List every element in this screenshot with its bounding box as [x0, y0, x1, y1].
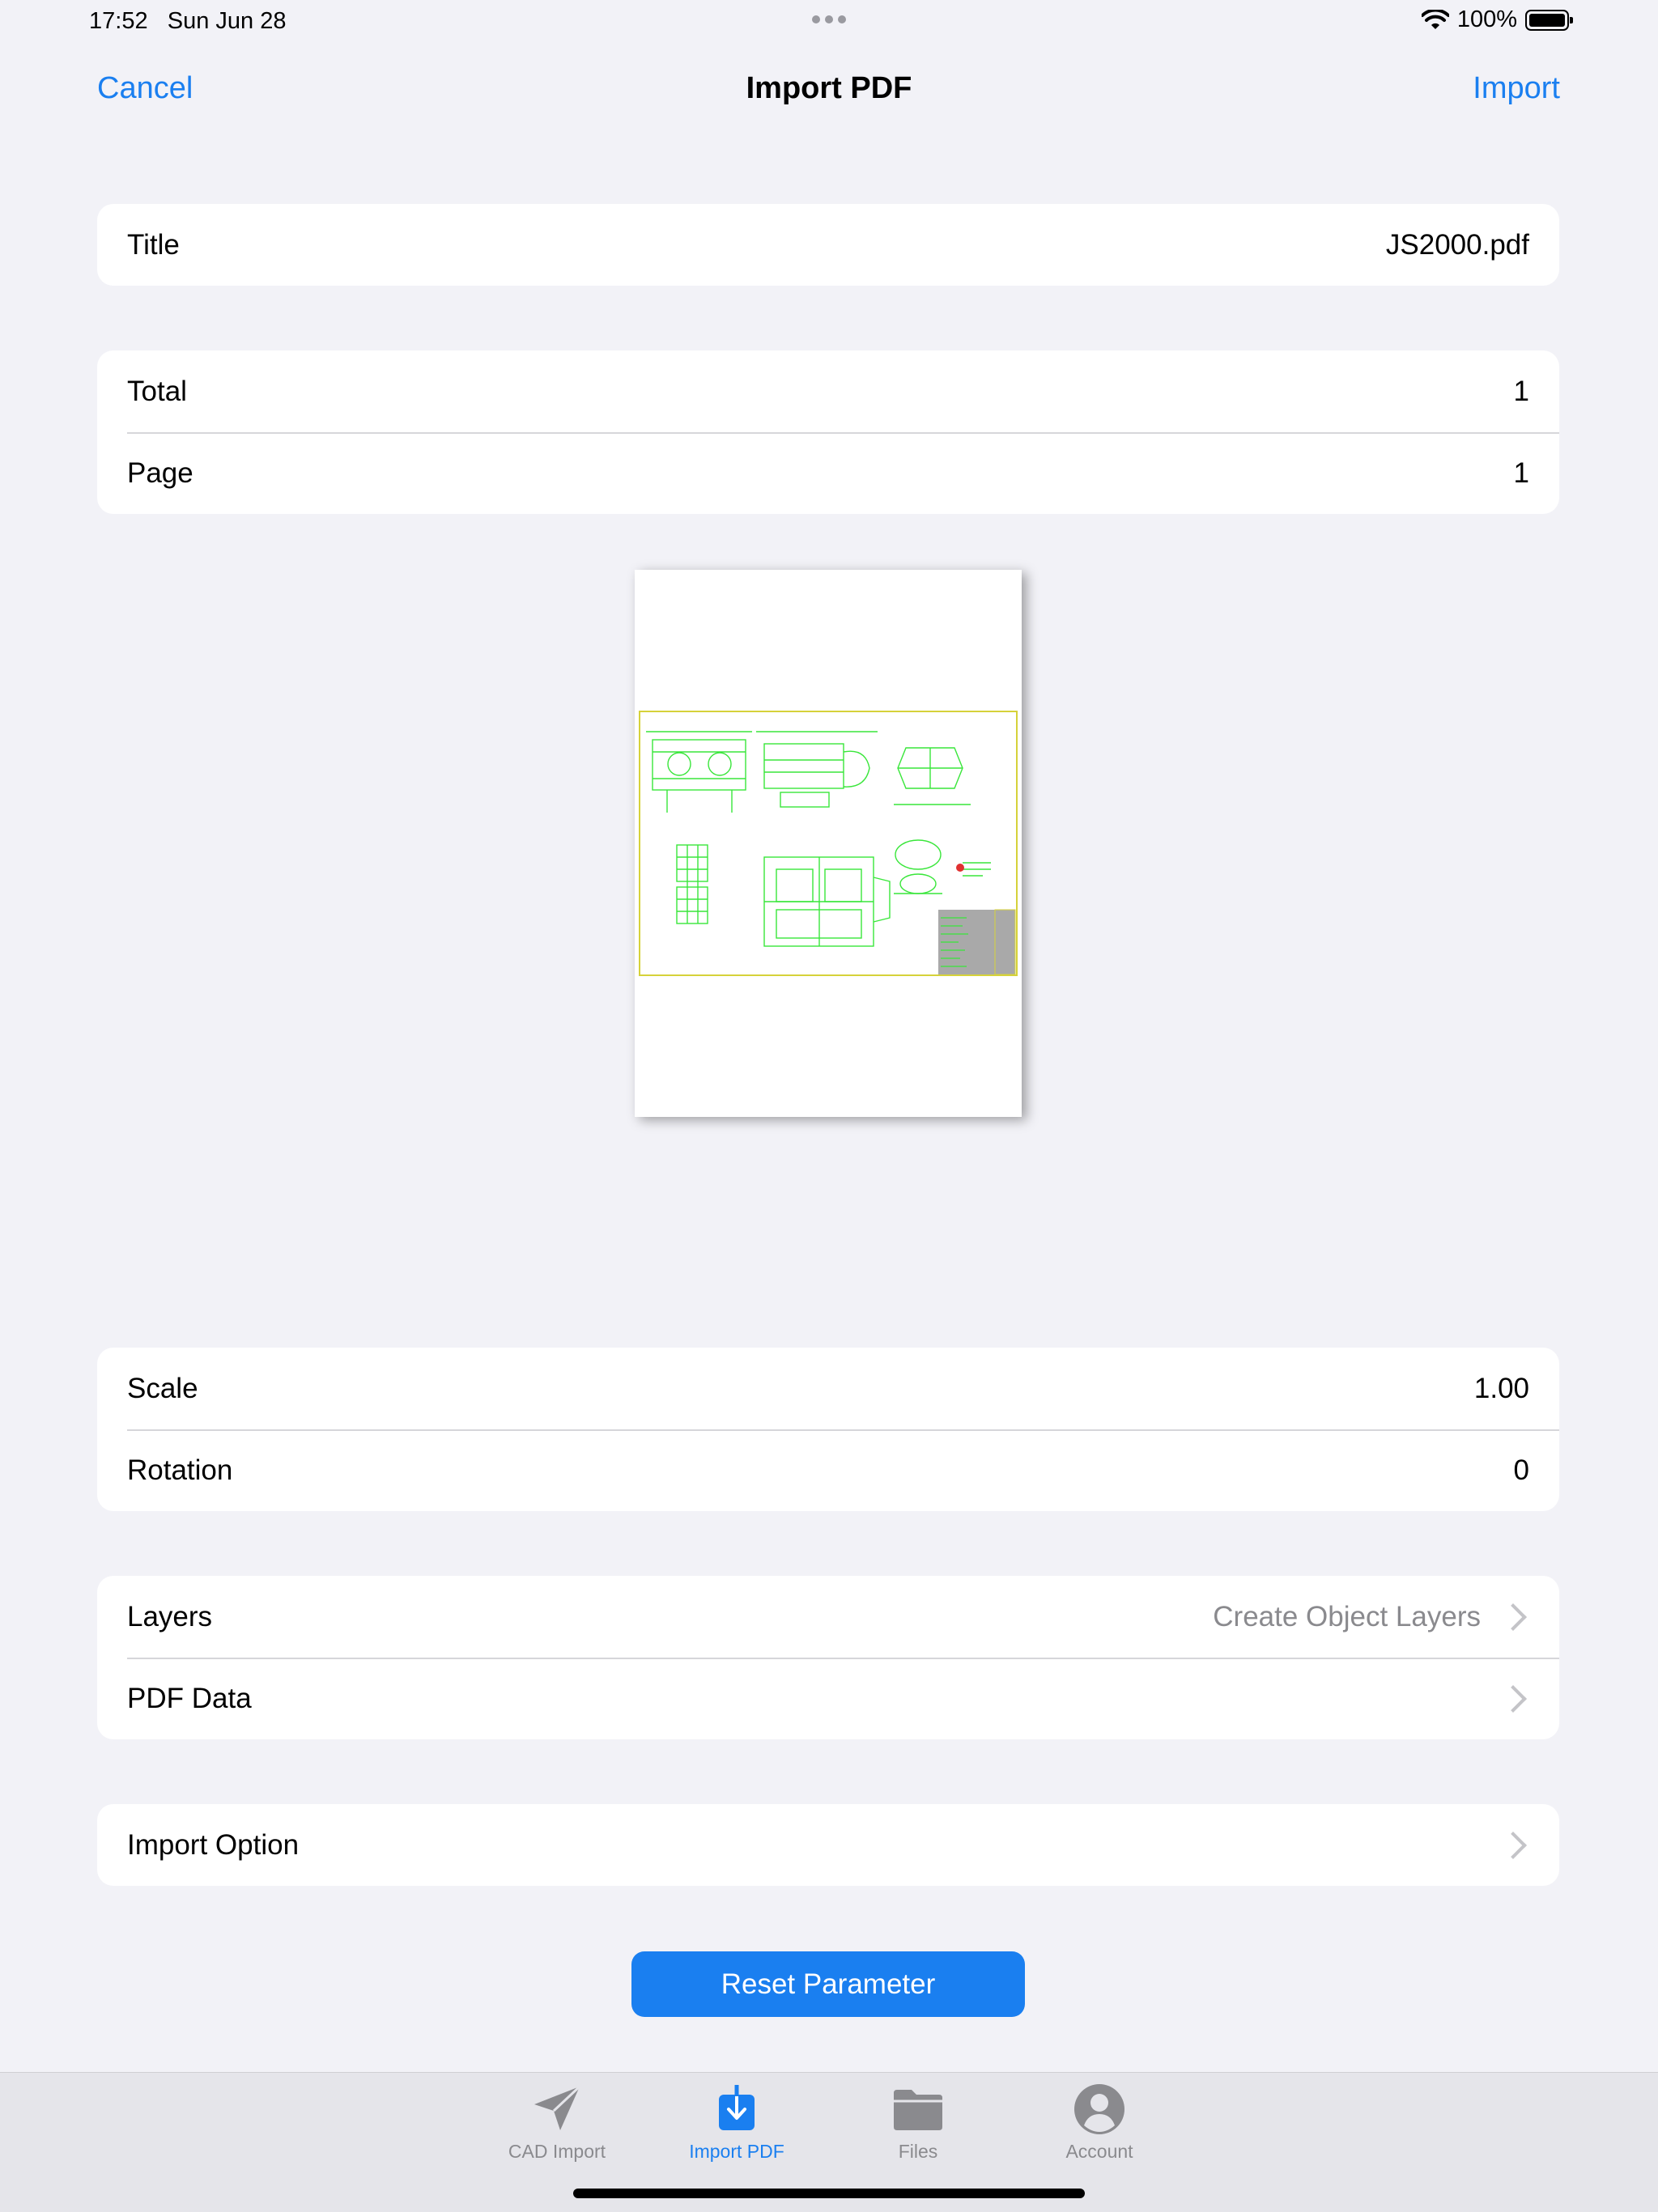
page-title: Import PDF	[746, 71, 912, 105]
layers-label: Layers	[127, 1600, 213, 1632]
import-button[interactable]: Import	[1473, 71, 1560, 106]
scale-label: Scale	[127, 1372, 198, 1404]
page-value[interactable]: 1	[1514, 457, 1529, 490]
scale-value[interactable]: 1.00	[1474, 1373, 1529, 1405]
chevron-right-icon	[1499, 1831, 1527, 1859]
total-value: 1	[1513, 375, 1529, 407]
rotation-value[interactable]: 0	[1514, 1454, 1529, 1487]
layers-row[interactable]: Layers Create Object Layers	[97, 1576, 1559, 1658]
total-row: Total 1	[97, 350, 1559, 432]
page-label: Page	[127, 456, 193, 489]
person-circle-icon	[1018, 2081, 1180, 2138]
title-group: Title JS2000.pdf	[97, 204, 1559, 286]
status-bar: 17:52 Sun Jun 28 100%	[0, 0, 1658, 45]
battery-icon	[1525, 9, 1573, 31]
import-pdf-icon	[656, 2081, 818, 2138]
pages-group: Total 1 Page 1	[97, 350, 1559, 514]
page-row[interactable]: Page 1	[97, 432, 1559, 514]
battery-percent: 100%	[1456, 6, 1517, 32]
chevron-right-icon	[1499, 1603, 1527, 1631]
title-label: Title	[127, 228, 180, 261]
reset-parameter-button[interactable]: Reset Parameter	[631, 1951, 1025, 2017]
tab-import-pdf[interactable]: Import PDF	[656, 2073, 818, 2163]
cad-drawing-thumbnail	[639, 711, 1018, 976]
folder-icon	[837, 2081, 999, 2138]
import-option-row[interactable]: Import Option	[97, 1804, 1559, 1886]
home-indicator[interactable]	[573, 2189, 1085, 2198]
tab-label: Account	[1065, 2141, 1133, 2162]
status-time: 17:52 Sun Jun 28	[89, 8, 287, 34]
title-value[interactable]: JS2000.pdf	[1386, 229, 1529, 261]
pdf-data-label: PDF Data	[127, 1682, 252, 1714]
tab-account[interactable]: Account	[1018, 2073, 1180, 2163]
import-option-group: Import Option	[97, 1804, 1559, 1886]
import-option-label: Import Option	[127, 1828, 300, 1861]
transform-group: Scale 1.00 Rotation 0	[97, 1348, 1559, 1511]
paper-plane-icon	[476, 2081, 638, 2138]
status-right: 100%	[1421, 6, 1573, 33]
tab-files[interactable]: Files	[837, 2073, 999, 2163]
wifi-icon	[1421, 9, 1449, 29]
tab-label: Import PDF	[689, 2141, 784, 2162]
pdf-page-preview[interactable]	[635, 570, 1022, 1117]
tab-cad-import[interactable]: CAD Import	[476, 2073, 638, 2163]
chevron-right-icon	[1499, 1684, 1527, 1713]
scale-row[interactable]: Scale 1.00	[97, 1348, 1559, 1429]
tab-label: CAD Import	[508, 2141, 606, 2162]
rotation-label: Rotation	[127, 1454, 233, 1486]
tab-label: Files	[898, 2141, 938, 2162]
data-options-group: Layers Create Object Layers PDF Data	[97, 1576, 1559, 1739]
total-label: Total	[127, 375, 187, 407]
rotation-row[interactable]: Rotation 0	[97, 1429, 1559, 1511]
layers-value: Create Object Layers	[1213, 1600, 1481, 1632]
multitasking-dots-icon[interactable]	[810, 13, 848, 28]
title-row[interactable]: Title JS2000.pdf	[97, 204, 1559, 286]
pdf-data-row[interactable]: PDF Data	[97, 1658, 1559, 1739]
